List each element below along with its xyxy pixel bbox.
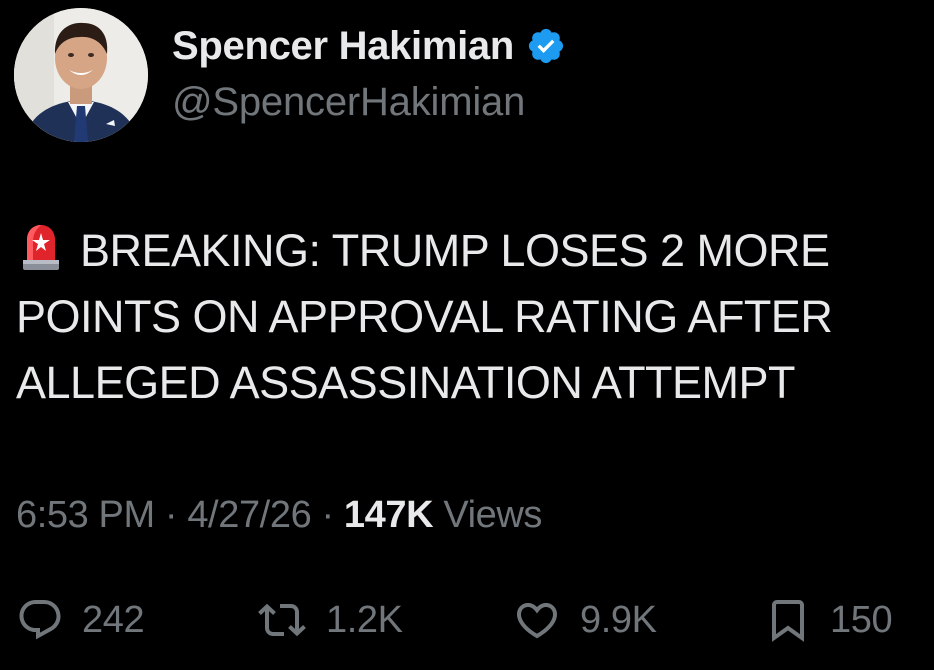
tweet: Spencer Hakimian @SpencerHakimian BREAKI… xyxy=(0,0,934,670)
repost-icon xyxy=(256,596,308,644)
tweet-text-content: BREAKING: TRUMP LOSES 2 MORE POINTS ON A… xyxy=(16,225,833,408)
tweet-actions: 242 1.2K 9.9K 150 xyxy=(16,590,916,650)
repost-button[interactable]: 1.2K xyxy=(256,590,403,650)
reply-icon xyxy=(16,596,64,644)
reply-count: 242 xyxy=(82,598,145,641)
police-car-light-icon xyxy=(16,222,66,272)
like-button[interactable]: 9.9K xyxy=(512,590,657,650)
meta-separator: · xyxy=(321,494,334,536)
meta-separator: · xyxy=(164,494,178,536)
author-name-row: Spencer Hakimian xyxy=(172,20,566,72)
avatar-image xyxy=(14,8,148,142)
tweet-meta: 6:53 PM · 4/27/26 · 147K Views xyxy=(16,494,542,537)
avatar[interactable] xyxy=(14,8,148,142)
heart-icon xyxy=(512,596,562,644)
tweet-date[interactable]: 4/27/26 xyxy=(187,494,311,536)
views-count: 147K xyxy=(343,494,434,536)
reply-button[interactable]: 242 xyxy=(16,590,145,650)
tweet-text: BREAKING: TRUMP LOSES 2 MORE POINTS ON A… xyxy=(16,218,921,416)
bookmark-count: 150 xyxy=(830,598,893,641)
tweet-time[interactable]: 6:53 PM xyxy=(16,494,155,536)
like-count: 9.9K xyxy=(580,598,657,641)
views-label: Views xyxy=(443,494,543,536)
author-display-name[interactable]: Spencer Hakimian xyxy=(172,24,514,69)
author-handle[interactable]: @SpencerHakimian xyxy=(172,80,525,125)
bookmark-button[interactable]: 150 xyxy=(764,590,893,650)
verified-badge-icon[interactable] xyxy=(526,26,566,66)
repost-count: 1.2K xyxy=(326,598,403,641)
bookmark-icon xyxy=(764,596,812,644)
